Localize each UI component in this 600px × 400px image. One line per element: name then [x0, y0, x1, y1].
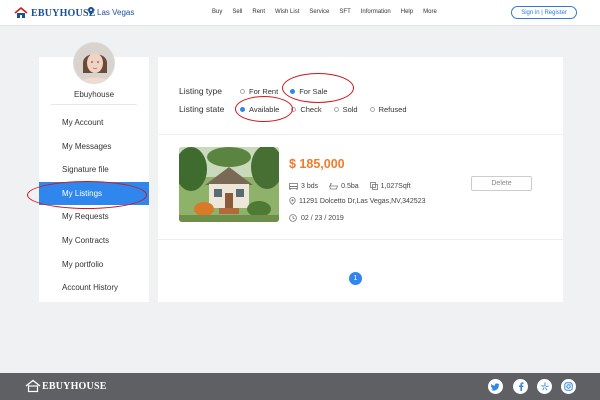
footer-brand-logo[interactable]: EBUYHOUSE: [25, 379, 107, 393]
clock-icon: [289, 214, 297, 222]
nav-information[interactable]: Information: [361, 9, 391, 15]
bathtub-icon: [329, 182, 339, 190]
signin-register-button[interactable]: Sign in | Register: [511, 6, 577, 19]
location-pin-icon: [88, 7, 94, 17]
radio-button: [333, 106, 339, 112]
footer-brand-name: EBUYHOUSE: [42, 380, 107, 392]
facebook-icon[interactable]: [513, 379, 528, 394]
radio-label: Sold: [342, 104, 358, 114]
sqft-spec: 1,027Sqft: [369, 182, 411, 190]
listing-type-label: Listing type: [179, 86, 222, 96]
listing-card: $ 185,000 3 bds 0.5ba 1,027Sqft 11291 Do…: [179, 147, 543, 227]
sidebar-divider: [51, 104, 137, 105]
radio-button-selected: [290, 88, 296, 94]
listings-panel: Listing type For Rent For Sale Listing s…: [158, 57, 563, 302]
listing-state-label: Listing state: [179, 104, 225, 114]
nav-help[interactable]: Help: [401, 9, 413, 15]
brand-name: EBUYHOUSE: [31, 7, 96, 19]
house-logo-icon: [14, 6, 28, 20]
area-icon: [369, 182, 378, 190]
nav-wish-list[interactable]: Wish List: [275, 9, 299, 15]
nav-buy[interactable]: Buy: [212, 9, 222, 15]
beds-spec: 3 bds: [289, 183, 318, 190]
radio-label: Refused: [378, 104, 407, 114]
filter-divider: [158, 134, 563, 135]
radio-label: For Rent: [249, 86, 279, 96]
account-sidebar: Ebuyhouse My Account My Messages Signatu…: [39, 42, 149, 302]
house-logo-icon: [25, 379, 41, 393]
instagram-icon[interactable]: [561, 379, 576, 394]
sidebar-item-account-history[interactable]: Account History: [39, 276, 149, 300]
sidebar-item-signature-file[interactable]: Signature file: [39, 158, 149, 182]
radio-for-rent[interactable]: For Rent: [240, 87, 278, 96]
location-label: Las Vegas: [97, 7, 135, 17]
location-selector[interactable]: Las Vegas: [88, 7, 134, 17]
listing-type-filter: Listing type For Rent For Sale: [179, 86, 340, 96]
radio-button: [240, 88, 245, 94]
radio-check[interactable]: Check: [291, 104, 322, 114]
sidebar-menu: My Account My Messages Signature file My…: [39, 111, 149, 300]
radio-label: Check: [300, 104, 322, 114]
bed-icon: [289, 182, 298, 190]
radio-button-selected: [240, 106, 245, 112]
sidebar-item-my-messages[interactable]: My Messages: [39, 135, 149, 159]
nav-more[interactable]: More: [423, 9, 437, 15]
radio-label: Available: [249, 104, 280, 114]
nav-sell[interactable]: Sell: [232, 9, 242, 15]
listing-price: $ 185,000: [289, 157, 345, 171]
listing-date: 02 / 23 / 2019: [289, 214, 344, 222]
username: Ebuyhouse: [73, 90, 115, 99]
radio-button: [369, 106, 375, 112]
listing-address: 11291 Dolcetto Dr,Las Vegas,NV,342523: [289, 197, 425, 205]
twitter-icon[interactable]: [488, 379, 503, 394]
radio-sold[interactable]: Sold: [333, 104, 358, 114]
beds-value: 3 bds: [301, 182, 319, 190]
listing-state-filter: Listing state Available Check Sold Refus…: [179, 104, 419, 114]
radio-button: [291, 106, 297, 112]
nav-rent[interactable]: Rent: [252, 9, 265, 15]
nav-service[interactable]: Service: [309, 9, 329, 15]
sidebar-item-my-requests[interactable]: My Requests: [39, 205, 149, 229]
top-header: EBUYHOUSE Las Vegas Buy Sell Rent Wish L…: [0, 0, 600, 26]
radio-for-sale[interactable]: For Sale: [290, 86, 328, 96]
sidebar-item-my-portfolio[interactable]: My portfolio: [39, 253, 149, 277]
baths-value: 0.5ba: [341, 182, 359, 190]
radio-refused[interactable]: Refused: [369, 104, 407, 114]
listing-specs: 3 bds 0.5ba 1,027Sqft: [289, 182, 422, 190]
avatar[interactable]: [73, 42, 115, 84]
main-nav: Buy Sell Rent Wish List Service SFT Info…: [212, 9, 447, 15]
sidebar-item-my-account[interactable]: My Account: [39, 111, 149, 135]
date-text: 02 / 23 / 2019: [301, 214, 344, 222]
sidebar-item-my-listings[interactable]: My Listings: [39, 181, 149, 206]
nav-sft[interactable]: SFT: [339, 9, 350, 15]
yelp-icon[interactable]: [537, 379, 552, 394]
pagination-page-1[interactable]: 1: [349, 272, 362, 285]
baths-spec: 0.5ba: [329, 183, 359, 190]
site-footer: EBUYHOUSE: [0, 373, 600, 400]
brand-logo[interactable]: EBUYHOUSE: [14, 5, 96, 21]
radio-available[interactable]: Available: [240, 105, 279, 114]
sidebar-item-my-contracts[interactable]: My Contracts: [39, 229, 149, 253]
listing-photo[interactable]: [179, 147, 279, 222]
listing-divider: [158, 239, 563, 240]
sqft-value: 1,027Sqft: [380, 182, 411, 190]
delete-button[interactable]: Delete: [471, 176, 532, 191]
radio-label: For Sale: [299, 86, 328, 96]
address-text: 11291 Dolcetto Dr,Las Vegas,NV,342523: [299, 197, 426, 205]
location-pin-icon: [289, 197, 296, 205]
